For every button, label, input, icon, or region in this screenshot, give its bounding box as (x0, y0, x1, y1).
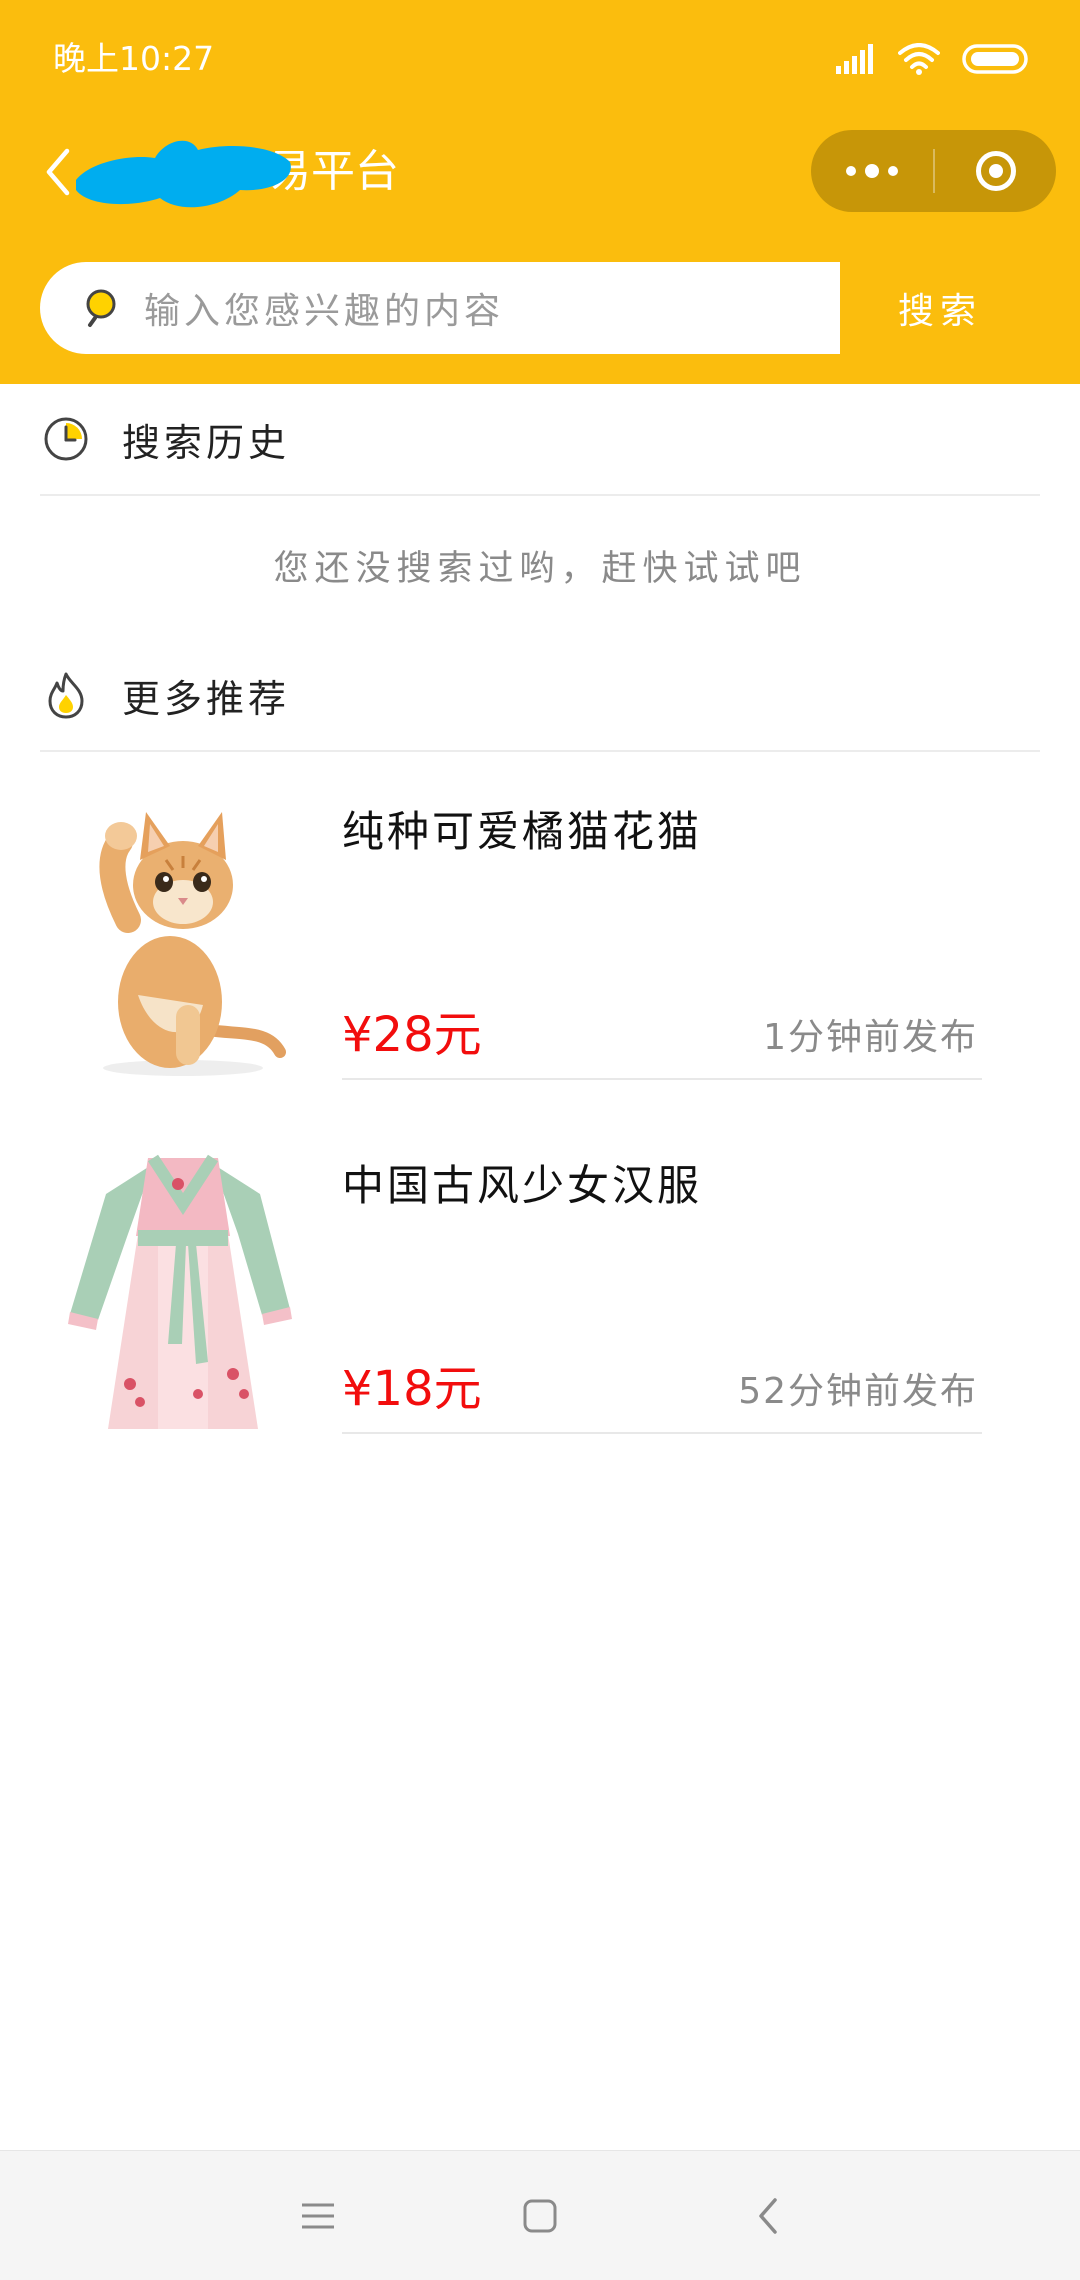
more-dot (865, 164, 879, 178)
product-price: ¥28元 (342, 1007, 482, 1063)
target-icon (975, 151, 1016, 191)
search-button[interactable]: 搜索 (880, 262, 1000, 354)
flame-icon (48, 672, 84, 719)
more-button[interactable] (811, 130, 933, 212)
history-header: 搜索历史 (40, 384, 1040, 496)
history-title: 搜索历史 (122, 420, 291, 465)
product-info: 纯种可爱橘猫花猫 ¥28元 1分钟前发布 (342, 790, 982, 1080)
more-dot (888, 166, 898, 176)
more-dot (846, 166, 856, 176)
recent-apps-button[interactable] (283, 2181, 353, 2251)
close-miniprogram-button[interactable] (935, 130, 1056, 212)
nav-title-wrap: 易平台 (70, 138, 399, 208)
system-back-button[interactable] (733, 2181, 803, 2251)
product-image-kitten (58, 790, 308, 1080)
product-card[interactable]: 中国古风少女汉服 ¥18元 52分钟前发布 (58, 1144, 982, 1444)
clock-icon (44, 417, 88, 461)
status-time: 晚上10:27 (53, 39, 215, 78)
home-icon (523, 2199, 557, 2233)
chevron-left-icon (46, 148, 70, 196)
wifi-icon (898, 43, 940, 75)
redaction-mark (76, 140, 291, 208)
product-time: 1分钟前发布 (763, 1017, 978, 1058)
product-price: ¥18元 (342, 1361, 482, 1417)
recommend-header: 更多推荐 (40, 640, 1040, 752)
menu-icon (302, 2203, 334, 2229)
product-card[interactable]: 纯种可爱橘猫花猫 ¥28元 1分钟前发布 (58, 790, 982, 1090)
product-time: 52分钟前发布 (738, 1371, 978, 1412)
product-name: 纯种可爱橘猫花猫 (342, 807, 703, 856)
product-info: 中国古风少女汉服 ¥18元 52分钟前发布 (342, 1144, 982, 1434)
status-icons (836, 38, 1032, 80)
history-empty-text: 您还没搜索过哟，赶快试试吧 (273, 549, 807, 589)
search-placeholder: 输入您感兴趣的内容 (144, 291, 505, 332)
miniprogram-capsule (811, 130, 1056, 212)
signal-icon (836, 44, 873, 74)
search-input[interactable]: 输入您感兴趣的内容 (40, 262, 840, 354)
product-image-hanfu (58, 1144, 308, 1434)
status-bar: 晚上10:27 (0, 0, 1080, 118)
product-name: 中国古风少女汉服 (342, 1161, 703, 1210)
header-bar: 晚上10:27 易平台 输入您感兴趣的内容 搜索 (0, 0, 1080, 384)
search-row: 输入您感兴趣的内容 搜索 (0, 262, 1080, 354)
recommend-title: 更多推荐 (122, 676, 291, 721)
nav-bar: 易平台 (0, 118, 1080, 226)
target-icon-center (988, 164, 1003, 178)
back-icon (759, 2198, 777, 2234)
system-nav-bar (0, 2150, 1080, 2280)
battery-icon (962, 44, 1028, 74)
home-button[interactable] (505, 2181, 575, 2251)
search-icon (86, 289, 116, 327)
